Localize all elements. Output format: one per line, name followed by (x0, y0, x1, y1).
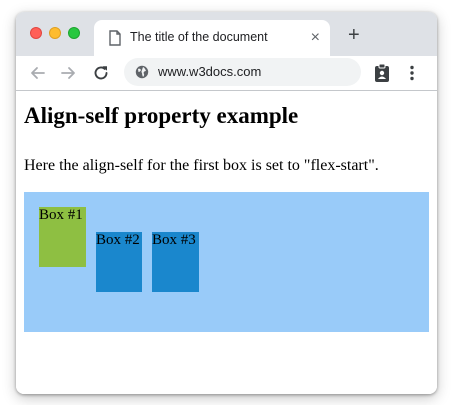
url-text: www.w3docs.com (158, 64, 262, 79)
box-2: Box #2 (96, 232, 142, 292)
close-tab-icon[interactable]: × (311, 29, 320, 47)
address-bar[interactable]: www.w3docs.com (124, 58, 361, 86)
toolbar: www.w3docs.com (16, 56, 437, 91)
globe-icon (135, 65, 149, 79)
flex-container: Box #1 Box #2 Box #3 (24, 192, 429, 332)
description-paragraph: Here the align-self for the first box is… (24, 157, 379, 174)
maximize-window-button[interactable] (68, 27, 80, 39)
extension-icon[interactable] (373, 63, 391, 83)
forward-icon[interactable] (58, 63, 78, 83)
box-3: Box #3 (152, 232, 199, 292)
tab-title: The title of the document (130, 30, 268, 44)
minimize-window-button[interactable] (49, 27, 61, 39)
tab-document[interactable]: The title of the document × (94, 20, 330, 56)
new-tab-button[interactable]: + (348, 25, 360, 45)
page-heading: Align-self property example (24, 103, 299, 128)
reload-icon[interactable] (91, 63, 111, 83)
box-1: Box #1 (39, 207, 86, 267)
close-window-button[interactable] (30, 27, 42, 39)
browser-window: The title of the document × + www.w3docs… (16, 12, 437, 394)
document-icon (108, 30, 122, 46)
tab-strip: The title of the document × + (16, 12, 437, 56)
page-content: Align-self property example Here the ali… (16, 91, 437, 394)
menu-icon[interactable] (407, 64, 417, 82)
back-icon[interactable] (28, 63, 48, 83)
